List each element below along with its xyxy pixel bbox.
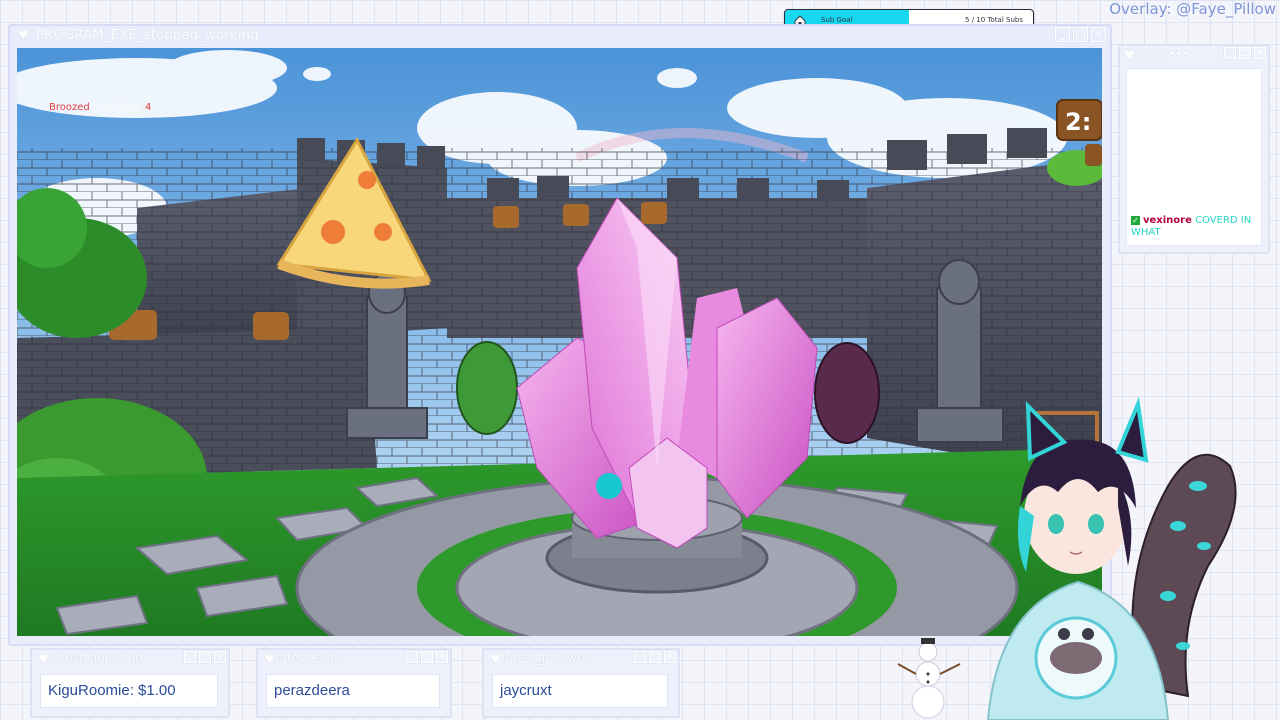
close-button[interactable]: × [1091, 27, 1106, 42]
checkmark-badge-icon: ✓ [1131, 215, 1140, 225]
game-window: ♥ PROGRAM_EXE_stopped_working _ □ × Broo… [8, 24, 1112, 646]
minimize-button[interactable]: _ [406, 651, 418, 663]
overlay-credit: Overlay: @Faye_Pillow [1109, 0, 1276, 18]
minimize-button[interactable]: _ [184, 651, 196, 663]
latest-sub-value: perazdeera [274, 682, 350, 699]
chat-window: ♥ chat ••• _ □ × ✓ vexinore COVERD IN WHA… [1118, 44, 1270, 254]
game-scene: Broozed Inhibited 4 2: [17, 48, 1102, 636]
maximize-button[interactable]: □ [1073, 27, 1088, 42]
chat-title-dots: ••• [1168, 47, 1190, 61]
chat-title: chat [1138, 47, 1165, 61]
right-cat-ear [1115, 396, 1149, 463]
maximize-button[interactable]: □ [421, 651, 433, 663]
snowman-sticker [897, 638, 961, 719]
latest-follower-title: latest_follower [502, 651, 590, 665]
hud-timer-text: 2: [1065, 108, 1091, 136]
close-button[interactable]: × [436, 651, 448, 663]
chat-titlebar[interactable]: ♥ chat ••• _ □ × [1120, 46, 1268, 64]
latest-donation-box: KiguRoomie: $1.00 [40, 674, 218, 708]
heart-icon: ♥ [1124, 48, 1135, 62]
chat-message: ✓ vexinore COVERD IN WHAT [1131, 215, 1259, 239]
chat-message-area[interactable]: ✓ vexinore COVERD IN WHAT [1126, 68, 1262, 246]
maximize-button[interactable]: □ [649, 651, 661, 663]
heart-icon: ♥ [490, 652, 501, 666]
hud-status-text: Inhibited [97, 102, 141, 113]
latest-donation-title: latest_donation [50, 651, 143, 665]
hud-player-status: Broozed Inhibited 4 [49, 102, 151, 113]
heart-icon: ♥ [38, 652, 49, 666]
chat-minimize-button[interactable]: _ [1224, 47, 1236, 59]
latest-sub-title: latest_sub [276, 651, 338, 665]
latest-donation-value: KiguRoomie: $1.00 [48, 682, 176, 699]
latest-follower-window: ♥ latest_follower _ □ × jaycruxt [482, 648, 680, 718]
chat-username: vexinore [1143, 215, 1192, 226]
sub-goal-count: 5 / 10 Total Subs [965, 16, 1023, 24]
chat-maximize-button[interactable]: □ [1239, 47, 1251, 59]
purple-plant-creature [814, 342, 880, 444]
green-plant-creature [456, 341, 518, 435]
game-window-titlebar[interactable]: ♥ PROGRAM_EXE_stopped_working _ □ × [10, 26, 1110, 46]
hud-status-count: 4 [145, 102, 151, 113]
minimize-button[interactable]: _ [634, 651, 646, 663]
latest-donation-window: ♥ latest_donation _ □ × KiguRoomie: $1.0… [30, 648, 230, 718]
heart-icon: ♥ [264, 652, 275, 666]
heart-icon: ♥ [18, 28, 29, 42]
cursor-orb [596, 473, 622, 499]
latest-follower-value: jaycruxt [500, 682, 552, 699]
vtuber-avatar [986, 396, 1237, 720]
game-viewport[interactable]: Broozed Inhibited 4 2: [17, 48, 1102, 636]
latest-follower-box: jaycruxt [492, 674, 668, 708]
chat-close-button[interactable]: × [1254, 47, 1266, 59]
hud-player-name: Broozed [49, 102, 90, 113]
game-window-title: PROGRAM_EXE_stopped_working [36, 28, 259, 43]
latest-sub-box: perazdeera [266, 674, 440, 708]
close-button[interactable]: × [664, 651, 676, 663]
sub-goal-label: Sub Goal [821, 16, 853, 24]
latest-sub-window: ♥ latest_sub _ □ × perazdeera [256, 648, 452, 718]
maximize-button[interactable]: □ [199, 651, 211, 663]
minimize-button[interactable]: _ [1055, 27, 1070, 42]
close-button[interactable]: × [214, 651, 226, 663]
